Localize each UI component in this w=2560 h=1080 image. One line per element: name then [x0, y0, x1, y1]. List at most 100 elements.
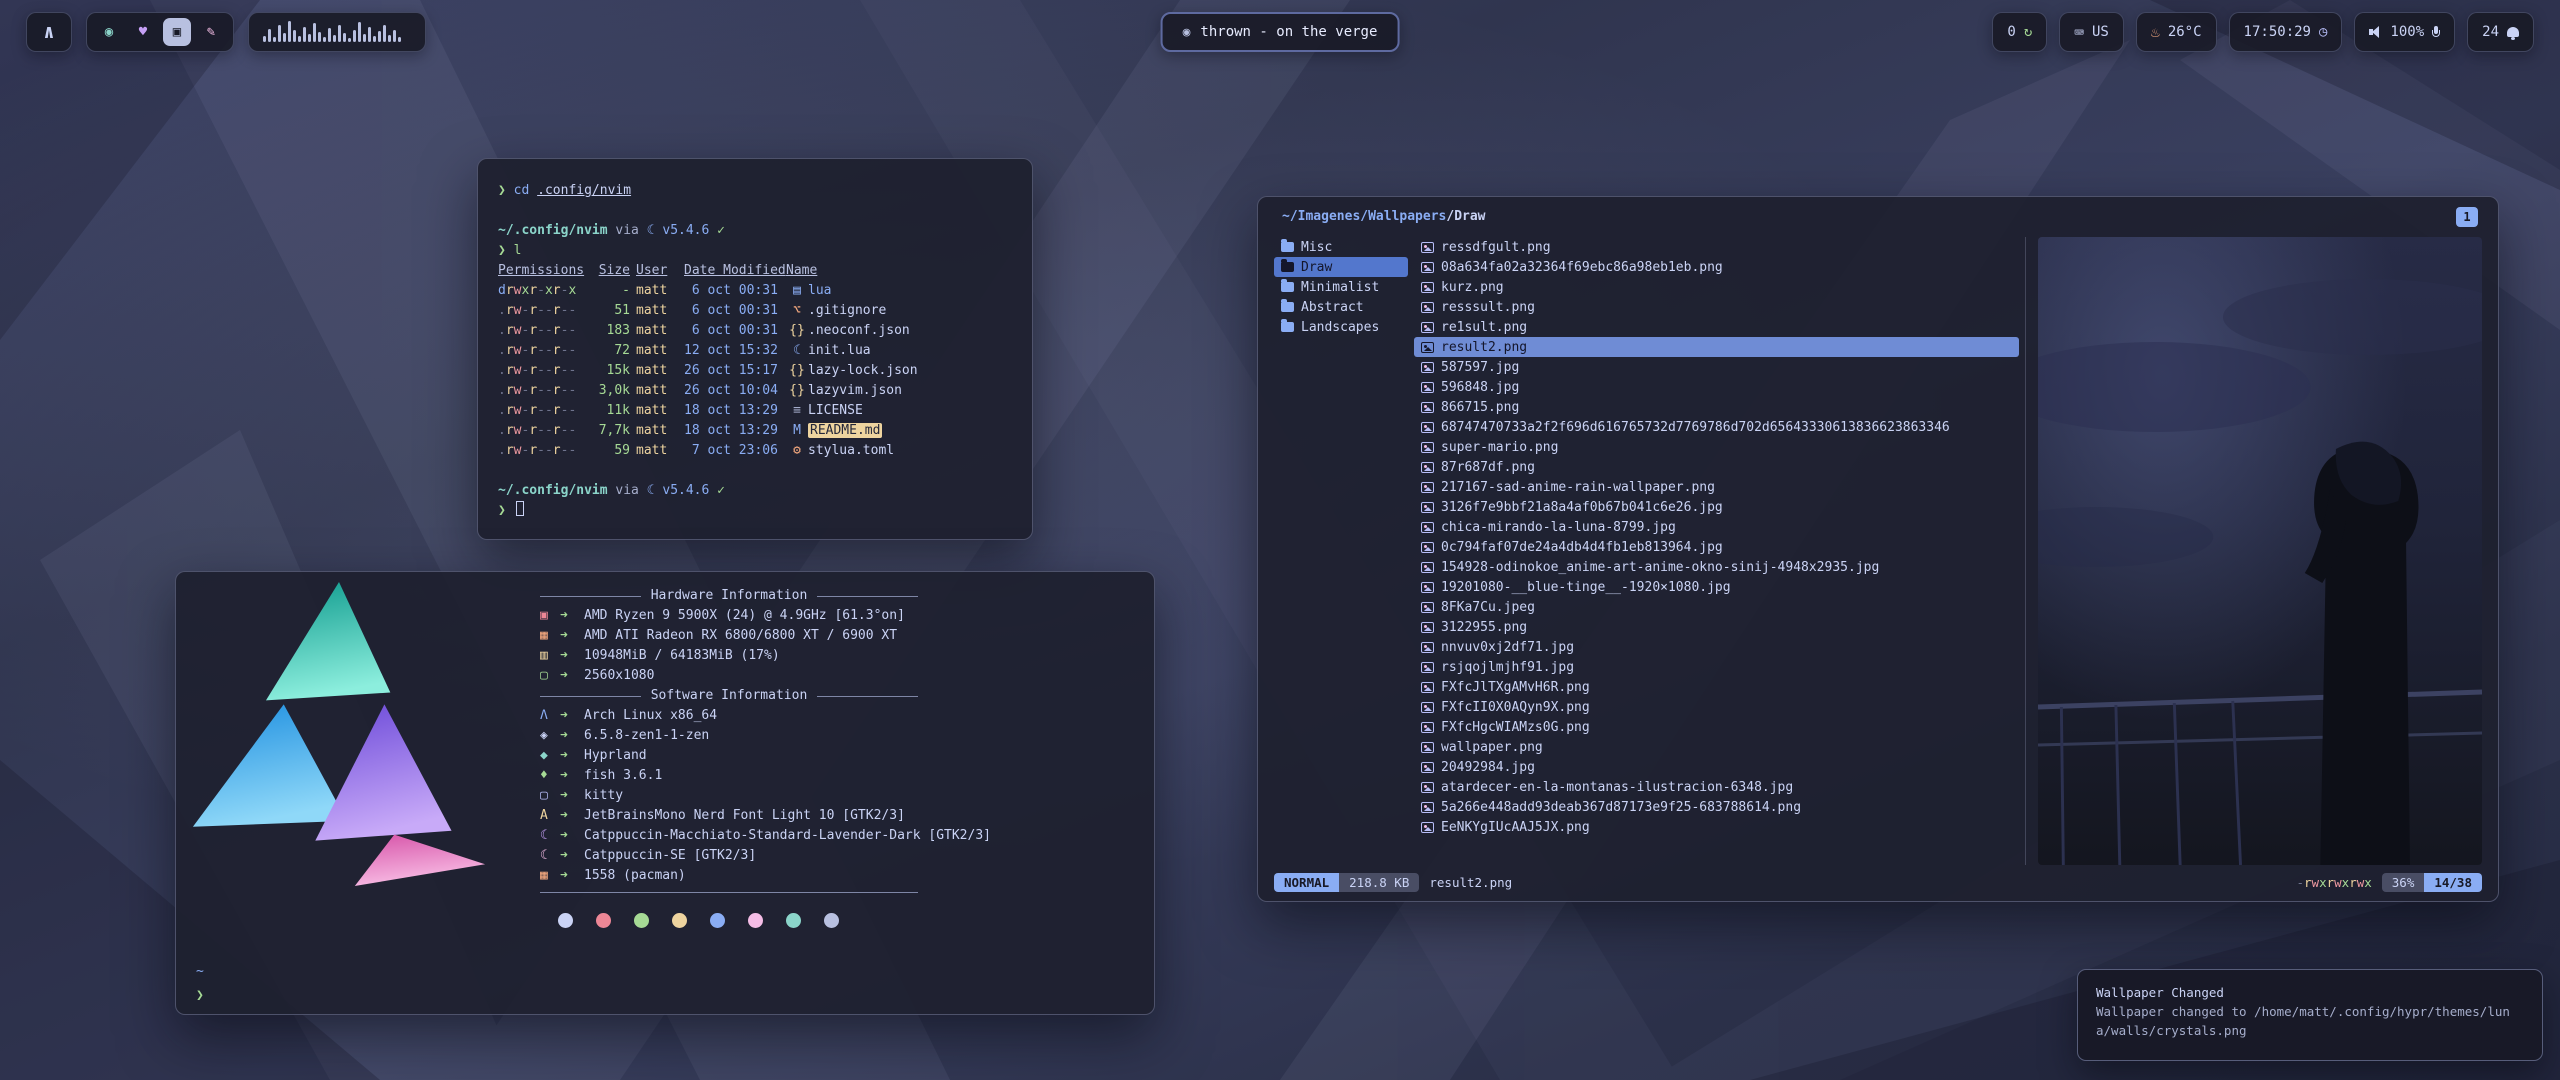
file-row[interactable]: 596848.jpg	[1414, 377, 2019, 397]
filename-cell: stylua.toml	[808, 443, 894, 458]
file-type-icon: M	[786, 421, 808, 441]
file-row[interactable]: kurz.png	[1414, 277, 2019, 297]
shell-input-line[interactable]: ❯	[498, 501, 1012, 521]
info-text: AMD Ryzen 9 5900X (24) @ 4.9GHz [61.3°on…	[584, 606, 905, 626]
hardware-section-header: Hardware Information	[540, 586, 918, 606]
file-row[interactable]: EeNKYgIUcAAJ5JX.png	[1414, 817, 2019, 837]
permissions-cell: .rw-r--r--	[498, 301, 586, 321]
directory-row[interactable]: Minimalist	[1274, 277, 1408, 297]
clock-module[interactable]: 17:50:29 ◷	[2229, 12, 2343, 52]
listing-row[interactable]: .rw-r--r-- 183 matt 6 oct 00:31 {} .neoc…	[498, 321, 1012, 341]
listing-row[interactable]: .rw-r--r-- 11k matt 18 oct 13:29 ≡ LICEN…	[498, 401, 1012, 421]
directory-name: Misc	[1301, 240, 1332, 255]
permissions-cell: .rw-r--r--	[498, 361, 586, 381]
file-row[interactable]: 19201080-__blue-tinge__-1920×1080.jpg	[1414, 577, 2019, 597]
listing-row[interactable]: .rw-r--r-- 15k matt 26 oct 15:17 {} lazy…	[498, 361, 1012, 381]
image-file-icon	[1421, 242, 1434, 253]
listing-row[interactable]: .rw-r--r-- 51 matt 6 oct 00:31 ⌥ .gitign…	[498, 301, 1012, 321]
size-cell: -	[586, 281, 630, 301]
directory-row[interactable]: Misc	[1274, 237, 1408, 257]
terminal-window-nvim[interactable]: ❯ cd .config/nvim ~/.config/nvim via ☾ v…	[477, 158, 1033, 540]
shell-prompt[interactable]: ~ ❯	[196, 960, 204, 1008]
file-row[interactable]: 5a266e448add93deab367d87173e9f25-6837886…	[1414, 797, 2019, 817]
file-row[interactable]: 87r687df.png	[1414, 457, 2019, 477]
file-manager-window[interactable]: ~/Imagenes/Wallpapers/Draw 1 Misc Draw	[1257, 196, 2499, 902]
visualizer-bar	[293, 30, 296, 42]
file-row[interactable]: 3122955.png	[1414, 617, 2019, 637]
volume-module[interactable]: 100%	[2354, 12, 2455, 52]
launcher-button[interactable]: ∧	[26, 12, 72, 52]
file-row[interactable]: FXfcII0X0AQyn9X.png	[1414, 697, 2019, 717]
visualizer-bar	[398, 37, 401, 42]
file-row[interactable]: wallpaper.png	[1414, 737, 2019, 757]
hardware-icon: ▢	[540, 666, 560, 686]
directory-row[interactable]: Abstract	[1274, 297, 1408, 317]
file-row[interactable]: 587597.jpg	[1414, 357, 2019, 377]
listing-row[interactable]: .rw-r--r-- 59 matt 7 oct 23:06 ⚙ stylua.…	[498, 441, 1012, 461]
image-file-icon	[1421, 282, 1434, 293]
file-row[interactable]: FXfcJlTXgAMvH6R.png	[1414, 677, 2019, 697]
terminal-window-fastfetch[interactable]: Hardware Information ▣ ➜ AMD Ryzen 9 590…	[175, 571, 1155, 1015]
listing-header-row: Permissions Size User Date Modified Name	[498, 261, 1012, 281]
file-row[interactable]: 20492984.jpg	[1414, 757, 2019, 777]
listing-row[interactable]: .rw-r--r-- 7,7k matt 18 oct 13:29 M READ…	[498, 421, 1012, 441]
updates-module[interactable]: 0 ↻	[1992, 12, 2047, 52]
file-row[interactable]: 866715.png	[1414, 397, 2019, 417]
image-file-icon	[1421, 402, 1434, 413]
permissions-cell: drwxr-xr-x	[498, 281, 586, 301]
file-manager-status-bar: NORMAL 218.8 KB result2.png -rwxrwxrwx 3…	[1274, 871, 2482, 893]
workspace-button[interactable]: ▣	[163, 18, 191, 46]
workspace-button[interactable]: ♥	[129, 18, 157, 46]
header-name: Name	[786, 261, 1012, 281]
listing-row[interactable]: .rw-r--r-- 3,0k matt 26 oct 10:04 {} laz…	[498, 381, 1012, 401]
file-row[interactable]: 154928-odinokoe_anime-art-anime-okno-sin…	[1414, 557, 2019, 577]
file-name: kurz.png	[1441, 280, 1504, 295]
file-row[interactable]: 08a634fa02a32364f69ebc86a98eb1eb.png	[1414, 257, 2019, 277]
temperature-module[interactable]: ♨ 26°C	[2136, 12, 2217, 52]
file-row[interactable]: atardecer-en-la-montanas-ilustracion-634…	[1414, 777, 2019, 797]
filename-cell: .gitignore	[808, 303, 886, 318]
listing-row[interactable]: drwxr-xr-x - matt 6 oct 00:31 ▤ lua	[498, 281, 1012, 301]
directory-row[interactable]: Landscapes	[1274, 317, 1408, 337]
keyboard-layout-module[interactable]: ⌨ US	[2059, 12, 2124, 52]
visualizer-bar	[298, 36, 301, 42]
file-row[interactable]: nnvuv0xj2df71.jpg	[1414, 637, 2019, 657]
info-text: 2560x1080	[584, 666, 654, 686]
info-line: ♦ ➜ fish 3.6.1	[540, 766, 1080, 786]
file-name: chica-mirando-la-luna-8799.jpg	[1441, 520, 1676, 535]
file-row[interactable]: result2.png	[1414, 337, 2019, 357]
file-row[interactable]: FXfcHgcWIAMzs0G.png	[1414, 717, 2019, 737]
software-icon: ▢	[540, 786, 560, 806]
file-row[interactable]: 8FKa7Cu.jpeg	[1414, 597, 2019, 617]
directory-row[interactable]: Draw	[1274, 257, 1408, 277]
filename-cell: lazyvim.json	[808, 383, 902, 398]
arrow-icon: ➜	[560, 746, 584, 766]
file-row[interactable]: re1sult.png	[1414, 317, 2019, 337]
file-row[interactable]: resssult.png	[1414, 297, 2019, 317]
arrow-icon: ➜	[560, 846, 584, 866]
listing-row[interactable]: .rw-r--r-- 72 matt 12 oct 15:32 ☾ init.l…	[498, 341, 1012, 361]
software-icon: ◈	[540, 726, 560, 746]
tab-badge[interactable]: 1	[2456, 207, 2478, 227]
file-row[interactable]: 3126f7e9bbf21a8a4af0b67b041c6e26.jpg	[1414, 497, 2019, 517]
image-file-icon	[1421, 502, 1434, 513]
notification-popup[interactable]: Wallpaper Changed Wallpaper changed to /…	[2077, 969, 2543, 1061]
media-player-pill[interactable]: ◉ thrown - on the verge	[1161, 12, 1400, 52]
workspace-button[interactable]: ◉	[95, 18, 123, 46]
image-file-icon	[1421, 702, 1434, 713]
permissions-cell: .rw-r--r--	[498, 341, 586, 361]
file-row[interactable]: rsjqojlmjhf91.jpg	[1414, 657, 2019, 677]
file-row[interactable]: ressdfgult.png	[1414, 237, 2019, 257]
user-cell: matt	[630, 361, 678, 381]
visualizer-bar	[338, 25, 341, 42]
notifications-module[interactable]: 24	[2467, 12, 2534, 52]
file-row[interactable]: 0c794faf07de24a4db4d4fb1eb813964.jpg	[1414, 537, 2019, 557]
file-row[interactable]: 68747470733a2f2f696d616765732d7769786d70…	[1414, 417, 2019, 437]
permissions-cell: .rw-r--r--	[498, 401, 586, 421]
file-row[interactable]: 217167-sad-anime-rain-wallpaper.png	[1414, 477, 2019, 497]
file-row[interactable]: chica-mirando-la-luna-8799.jpg	[1414, 517, 2019, 537]
file-row[interactable]: super-mario.png	[1414, 437, 2019, 457]
file-name: 08a634fa02a32364f69ebc86a98eb1eb.png	[1441, 260, 1723, 275]
workspace-button[interactable]: ✎	[197, 18, 225, 46]
date-cell: 26 oct 10:04	[678, 381, 786, 401]
